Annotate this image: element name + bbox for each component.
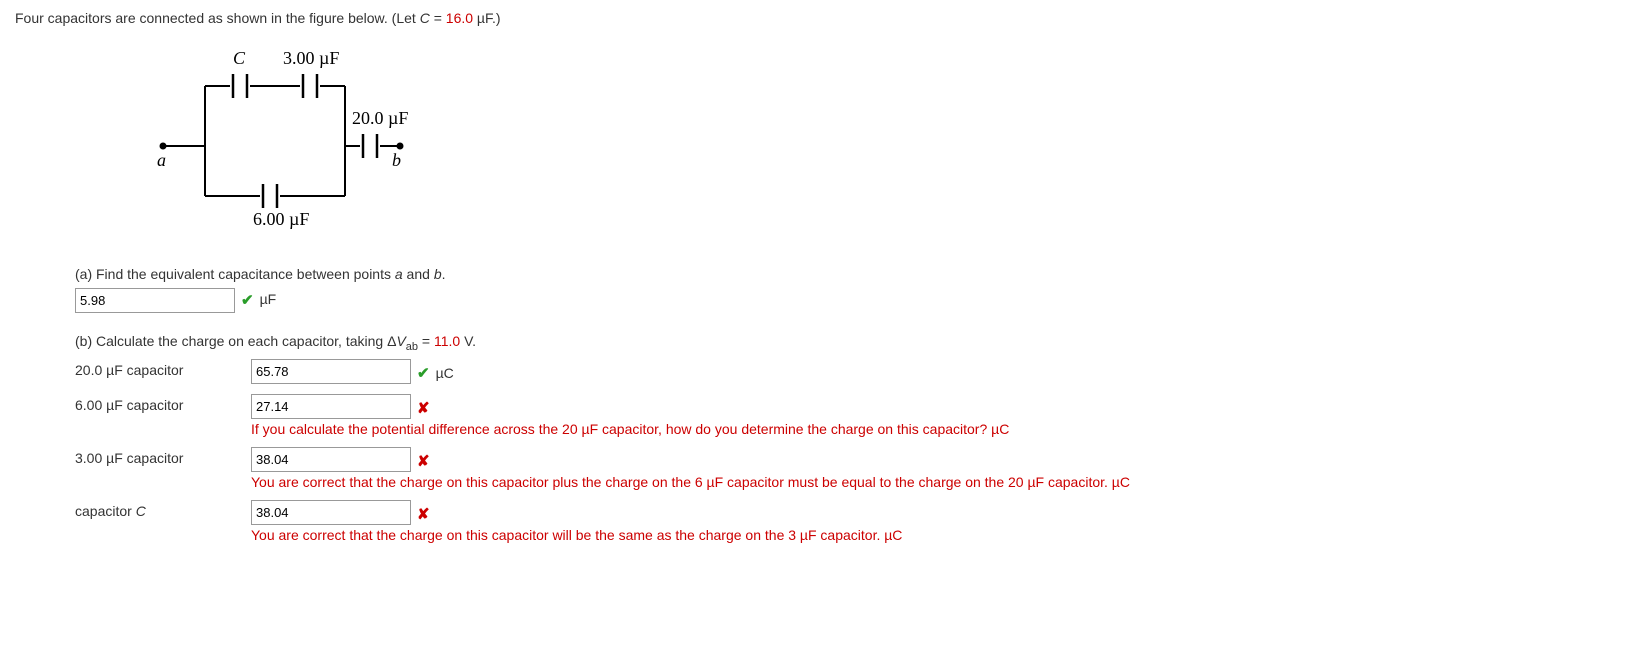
- label-6uf: 6.00 µF capacitor: [75, 394, 245, 413]
- part-b-var: V: [396, 333, 405, 349]
- part-b-section: (b) Calculate the charge on each capacit…: [75, 333, 1629, 543]
- figure-label-c: C: [233, 48, 245, 69]
- input-capacitor-c[interactable]: [251, 500, 411, 525]
- part-a-input[interactable]: [75, 288, 235, 313]
- part-a-and: and: [403, 266, 434, 282]
- part-b-value: 11.0: [434, 333, 460, 349]
- part-b-sub: ab: [406, 341, 418, 353]
- answer-row-6uf: 6.00 µF capacitor ✘ If you calculate the…: [75, 394, 1629, 437]
- feedback-c: You are correct that the charge on this …: [251, 527, 902, 543]
- figure-label-b: b: [392, 150, 401, 171]
- part-b-prompt: (b) Calculate the charge on each capacit…: [75, 333, 1629, 353]
- part-b-before: (b) Calculate the charge on each capacit…: [75, 333, 396, 349]
- answer-row-3uf: 3.00 µF capacitor ✘ You are correct that…: [75, 447, 1629, 490]
- unit-20uf: µC: [436, 362, 454, 381]
- check-icon: ✔: [241, 288, 254, 309]
- check-icon: ✔: [417, 361, 430, 382]
- label-c-var: C: [136, 503, 146, 519]
- label-20uf: 20.0 µF capacitor: [75, 359, 245, 378]
- part-a-unit: µF: [260, 288, 277, 307]
- label-3uf: 3.00 µF capacitor: [75, 447, 245, 466]
- problem-var-c: C: [420, 10, 430, 26]
- problem-intro-after: µF.): [473, 10, 501, 26]
- part-a-a: a: [395, 266, 403, 282]
- figure-label-20uf: 20.0 µF: [352, 108, 408, 129]
- answer-row-20uf: 20.0 µF capacitor ✔ µC: [75, 359, 1629, 384]
- part-a-section: (a) Find the equivalent capacitance betw…: [75, 266, 1629, 313]
- input-3uf[interactable]: [251, 447, 411, 472]
- part-a-prompt: (a) Find the equivalent capacitance betw…: [75, 266, 1629, 282]
- x-icon: ✘: [417, 502, 430, 523]
- figure-label-6uf: 6.00 µF: [253, 209, 309, 230]
- circuit-figure: C 3.00 µF 20.0 µF 6.00 µF a b: [155, 46, 435, 246]
- input-20uf[interactable]: [251, 359, 411, 384]
- x-icon: ✘: [417, 449, 430, 470]
- part-b-mid: =: [418, 333, 434, 349]
- label-capacitor-c: capacitor C: [75, 500, 245, 519]
- figure-label-a: a: [157, 150, 166, 171]
- part-a-text-before: (a) Find the equivalent capacitance betw…: [75, 266, 395, 282]
- problem-statement: Four capacitors are connected as shown i…: [15, 10, 1629, 26]
- problem-intro-before: Four capacitors are connected as shown i…: [15, 10, 420, 26]
- part-a-b: b: [434, 266, 442, 282]
- input-6uf[interactable]: [251, 394, 411, 419]
- part-a-after: .: [442, 266, 446, 282]
- feedback-3uf: You are correct that the charge on this …: [251, 474, 1130, 490]
- problem-intro-mid: =: [430, 10, 446, 26]
- x-icon: ✘: [417, 396, 430, 417]
- label-c-before: capacitor: [75, 503, 136, 519]
- feedback-6uf: If you calculate the potential differenc…: [251, 421, 1009, 437]
- problem-c-value: 16.0: [446, 10, 473, 26]
- part-b-after: V.: [460, 333, 476, 349]
- answer-row-c: capacitor C ✘ You are correct that the c…: [75, 500, 1629, 543]
- figure-label-3uf: 3.00 µF: [283, 48, 339, 69]
